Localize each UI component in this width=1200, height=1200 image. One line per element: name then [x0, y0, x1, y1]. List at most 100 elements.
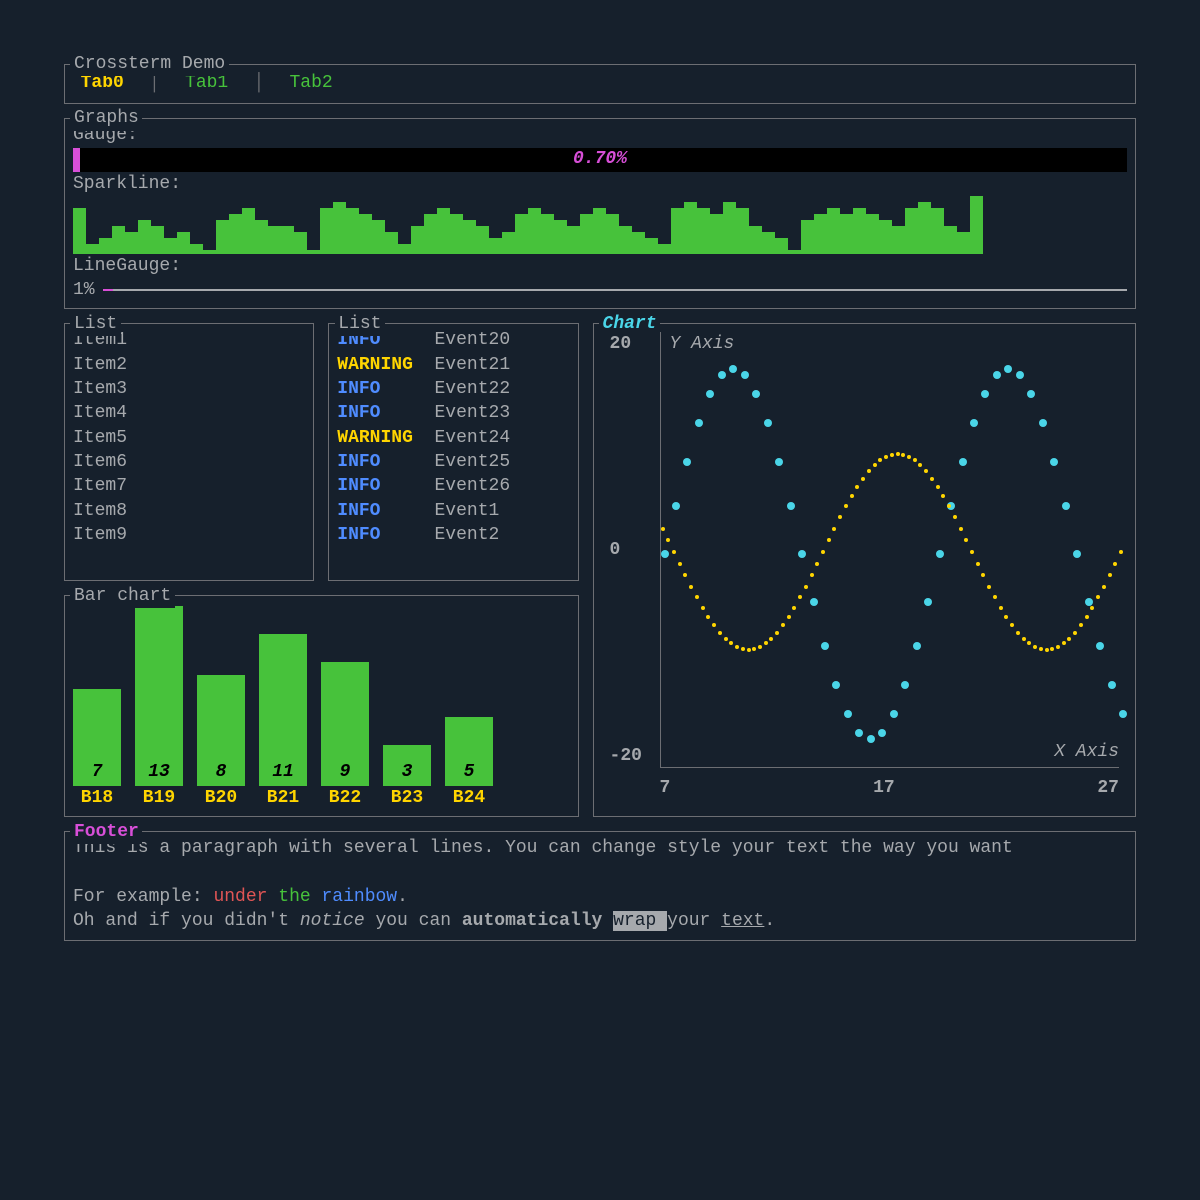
data-point [867, 735, 875, 743]
scatter-chart: 20 0 -20 Y Axis X Axis 7 17 27 [602, 328, 1127, 808]
data-point [918, 463, 922, 467]
list-item[interactable]: Item9 [73, 523, 305, 547]
sparkline-bar [151, 226, 164, 254]
event-item[interactable]: INFO Event22 [337, 377, 569, 401]
data-point [798, 550, 806, 558]
data-point [873, 463, 877, 467]
data-point [1067, 637, 1071, 641]
data-point [821, 550, 825, 554]
data-point [981, 573, 985, 577]
data-point [775, 631, 779, 635]
bar-label: B20 [205, 786, 237, 810]
data-point [1045, 648, 1049, 652]
list-item[interactable]: Item4 [73, 401, 305, 425]
sparkline-bar [242, 208, 255, 254]
sparkline-bar [177, 232, 190, 254]
header-panel: Crossterm Demo Tab0 │ Tab1 │ Tab2 [64, 64, 1136, 104]
event-text: Event23 [424, 403, 510, 423]
bar-value: 3 [402, 760, 413, 786]
sparkline-bar [905, 208, 918, 254]
list-item[interactable]: Item2 [73, 353, 305, 377]
data-point [1050, 458, 1058, 466]
linegauge-track [103, 289, 1127, 291]
sparkline-bar [86, 244, 99, 254]
event-text: Event22 [424, 379, 510, 399]
bar-column: 7B18 [73, 689, 121, 810]
data-point [1016, 371, 1024, 379]
data-point [678, 562, 682, 566]
graphs-panel: Graphs Gauge: 0.70% Sparkline: LineGauge… [64, 118, 1136, 309]
sparkline-bar [762, 232, 775, 254]
list-item[interactable]: Item7 [73, 474, 305, 498]
space [602, 911, 613, 931]
data-point [1022, 637, 1026, 641]
data-point [1108, 681, 1116, 689]
data-point [981, 390, 989, 398]
data-point [712, 623, 716, 627]
data-point [959, 458, 967, 466]
event-item[interactable]: WARNING Event21 [337, 353, 569, 377]
linegauge-label: LineGauge: [73, 254, 1127, 278]
data-point [850, 494, 854, 498]
sparkline-bar [294, 232, 307, 254]
tab-2[interactable]: Tab2 [286, 73, 336, 93]
data-point [878, 729, 886, 737]
sparkline-bar [632, 232, 645, 254]
data-point [815, 562, 819, 566]
sparkline-bar [944, 226, 957, 254]
bar: 8 [197, 675, 245, 786]
word-text: text [721, 911, 764, 931]
data-point [913, 458, 917, 462]
sparkline-bar [463, 220, 476, 254]
list-item[interactable]: Item8 [73, 499, 305, 523]
data-point [936, 485, 940, 489]
sparkline-bar [853, 208, 866, 254]
sparkline-bar [775, 238, 788, 254]
data-point [930, 477, 934, 481]
data-point [1004, 365, 1012, 373]
data-point [695, 595, 699, 599]
sparkline-bar [281, 226, 294, 254]
event-item[interactable]: WARNING Event24 [337, 426, 569, 450]
data-point [993, 371, 1001, 379]
sparkline-bar [268, 226, 281, 254]
sparkline-bar [359, 214, 372, 254]
data-point [1039, 419, 1047, 427]
data-point [1062, 641, 1066, 645]
sparkline-bar [827, 208, 840, 254]
list-item[interactable]: Item5 [73, 426, 305, 450]
footer-text: Oh and if you didn't [73, 911, 300, 931]
event-level: INFO [337, 501, 423, 521]
bar-value: 13 [148, 760, 170, 786]
period: . [397, 887, 408, 907]
sparkline-bar [125, 232, 138, 254]
y-ticks: 20 0 -20 [610, 332, 642, 768]
app-title: Crossterm Demo [70, 52, 228, 76]
period: . [764, 911, 775, 931]
sparkline-bar [450, 214, 463, 254]
data-point [661, 527, 665, 531]
data-point [792, 606, 796, 610]
list-item[interactable]: Item6 [73, 450, 305, 474]
sparkline-bar [879, 220, 892, 254]
event-item[interactable]: INFO Event23 [337, 401, 569, 425]
data-point [901, 681, 909, 689]
left-list-panel: List Item1Item2Item3Item4Item5Item6Item7… [64, 323, 314, 581]
sparkline-bar [957, 232, 970, 254]
event-text: Event1 [424, 501, 500, 521]
sparkline-bar [333, 202, 346, 254]
sparkline-bar [918, 202, 931, 254]
event-item[interactable]: INFO Event26 [337, 474, 569, 498]
event-item[interactable]: INFO Event1 [337, 499, 569, 523]
data-point [810, 573, 814, 577]
data-point [1108, 573, 1112, 577]
list-item[interactable]: Item3 [73, 377, 305, 401]
word-rainbow: rainbow [321, 887, 397, 907]
data-point [861, 477, 865, 481]
bar-value: 5 [464, 760, 475, 786]
event-item[interactable]: INFO Event2 [337, 523, 569, 547]
sparkline-bar [684, 202, 697, 254]
linegauge-value: 1% [73, 278, 95, 302]
event-item[interactable]: INFO Event25 [337, 450, 569, 474]
sparkline-bar [398, 244, 411, 254]
